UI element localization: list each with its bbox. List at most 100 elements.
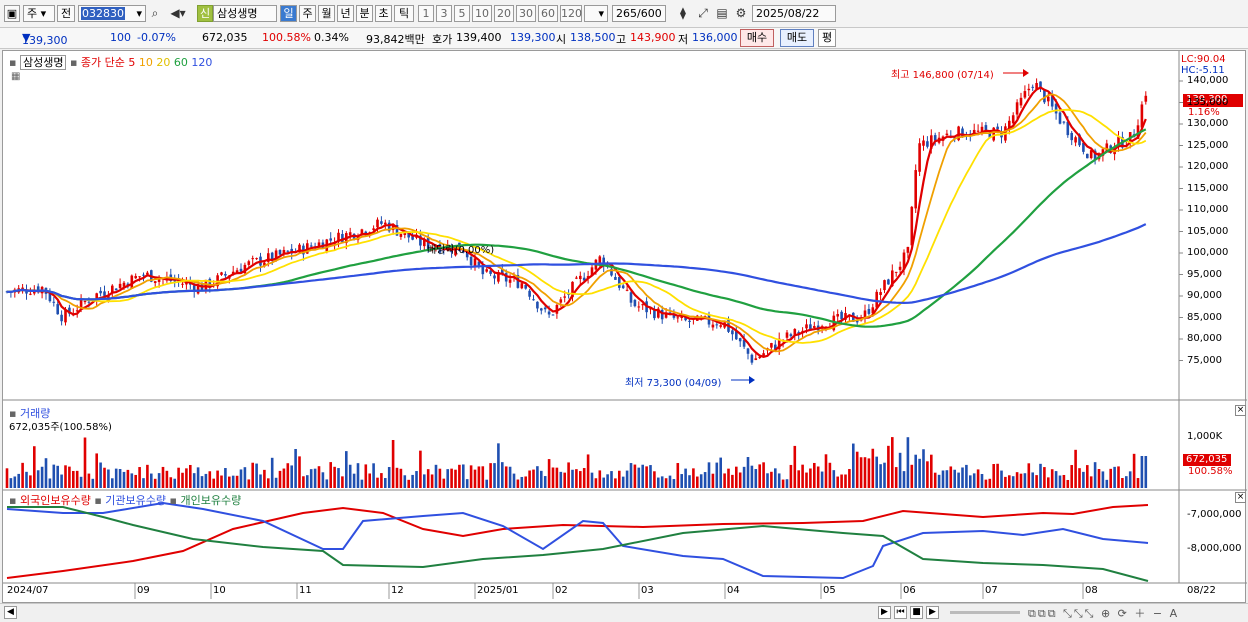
period-month-button[interactable]: 월 (318, 5, 335, 22)
save-icon[interactable]: ▤ (714, 5, 730, 22)
prev-button[interactable]: 전 (57, 5, 75, 22)
volume-bar (87, 473, 91, 488)
tools-icons[interactable]: ⧉⧉⧉ ⤡⤡⤡ ⊕ ⟳ ＋ − A (1028, 605, 1179, 621)
price-change-pct: -0.07% (137, 31, 176, 44)
rewind-button[interactable]: ⏮ (894, 606, 907, 619)
num-60-button[interactable]: 60 (538, 5, 558, 22)
volume-bar (789, 464, 793, 488)
count-input[interactable]: 265/600 (612, 5, 666, 22)
sell-button[interactable]: 매도 (780, 29, 814, 47)
candle-icon[interactable]: ⧫ (674, 5, 692, 22)
stop-button[interactable]: ■ (910, 606, 923, 619)
candle-body (785, 332, 789, 338)
volume-bar (738, 472, 742, 488)
volume-bar (653, 471, 656, 488)
volume-bar (512, 473, 516, 488)
num-3-button[interactable]: 3 (436, 5, 452, 22)
holdings-tick-2: -8,000,000 (1187, 543, 1242, 554)
period-second-button[interactable]: 초 (375, 5, 392, 22)
period-year-button[interactable]: 년 (337, 5, 354, 22)
holdings-line (7, 506, 1149, 582)
volume-bar (216, 470, 219, 488)
volume-bar (793, 445, 797, 488)
candle-body (224, 273, 227, 276)
eval-button[interactable]: 평 (818, 29, 836, 47)
volume-bar (984, 479, 988, 488)
candle-body (469, 256, 473, 266)
volume-bar (122, 471, 126, 488)
high-note: 최고 146,800 (07/14) (891, 70, 994, 81)
num-120-button[interactable]: 120 (560, 5, 582, 22)
period-tick-button[interactable]: 틱 (394, 5, 414, 22)
num-5-button[interactable]: 5 (454, 5, 470, 22)
stock-name-field[interactable]: 삼성생명 (213, 5, 277, 22)
volume-bar (356, 463, 360, 488)
bottom-scrollbar[interactable]: ◀ ▶ ⏮ ■ ▶ ⧉⧉⧉ ⤡⤡⤡ ⊕ ⟳ ＋ − A (0, 603, 1248, 622)
line-tool-icon[interactable]: ⤢ (694, 5, 712, 22)
volume-bar (130, 473, 134, 488)
collapse-icon[interactable]: ▪ (9, 56, 16, 69)
volume-bar (1128, 471, 1132, 488)
candle-body (278, 250, 282, 255)
zoom-slider[interactable] (950, 611, 1020, 614)
volume-bar (688, 475, 691, 488)
scroll-left-button[interactable]: ◀ (4, 606, 17, 619)
chart-area[interactable]: ▪ 삼성생명 ▪ 종가 단순 5 10 20 60 120 ▦ LC:90.04… (2, 50, 1247, 603)
num-1-button[interactable]: 1 (418, 5, 434, 22)
stock-code-input[interactable]: 032830 ▾ (78, 5, 146, 22)
volume-bar (1015, 472, 1019, 488)
num-30-button[interactable]: 30 (516, 5, 536, 22)
table-icon[interactable]: ▦ (11, 71, 20, 82)
num-10-button[interactable]: 10 (472, 5, 492, 22)
volume-bar (972, 473, 976, 488)
volume-bar (1066, 479, 1070, 488)
volume-bar (247, 479, 251, 488)
layout-icon[interactable]: ▣ (4, 5, 20, 22)
x-axis-label: 05 (823, 585, 836, 596)
volume-close-icon[interactable]: × (1235, 405, 1246, 416)
candle-body (493, 275, 496, 279)
volume-bar (107, 469, 110, 488)
candle-body (376, 219, 379, 228)
speaker-icon[interactable]: ◀▾ (166, 5, 190, 22)
x-axis-label: 06 (903, 585, 916, 596)
volume-bar (816, 466, 820, 488)
num-20-button[interactable]: 20 (494, 5, 514, 22)
volume-bar (953, 469, 956, 488)
volume-bar (1054, 471, 1058, 488)
volume-bar (430, 474, 434, 488)
date-input[interactable]: 2025/08/22 (752, 5, 836, 22)
period-day-button[interactable]: 일 (280, 5, 297, 22)
ma-label: 종가 단순 (80, 56, 125, 69)
scroll-right-button[interactable]: ▶ (878, 606, 891, 619)
volume-bar (746, 457, 750, 488)
period-week-button[interactable]: 주 (299, 5, 316, 22)
volume-bar (668, 475, 672, 488)
search-icon[interactable]: ⌕ (148, 5, 162, 22)
volume-tick: 1,000K (1187, 431, 1223, 442)
volume-bar (547, 459, 551, 488)
volume-bar (442, 478, 446, 488)
candle-body (629, 292, 633, 303)
current-price-value: 139,300 (22, 34, 68, 47)
volume-bar (79, 476, 83, 488)
volume-bar (910, 464, 914, 488)
custom-period-select[interactable]: ▾ (584, 5, 608, 22)
volume-bar (329, 462, 332, 488)
play-button[interactable]: ▶ (926, 606, 939, 619)
volume-bar (762, 462, 765, 488)
period-select[interactable]: 주 ▾ (23, 5, 55, 22)
candle-body (251, 258, 254, 260)
buy-button[interactable]: 매수 (740, 29, 774, 47)
volume-bar (976, 469, 980, 488)
candle-body (1011, 115, 1015, 124)
volume-bar (235, 475, 239, 488)
gear-icon[interactable]: ⚙ (732, 5, 750, 22)
holdings-close-icon[interactable]: × (1235, 492, 1246, 503)
high-price: 143,900 (630, 31, 676, 44)
period-minute-button[interactable]: 분 (356, 5, 373, 22)
y-tick-label: 115,000 (1187, 182, 1229, 194)
volume-current-pct: 100.58% (1188, 466, 1233, 477)
volume-bar (1062, 474, 1066, 488)
volume-bar (879, 464, 882, 488)
